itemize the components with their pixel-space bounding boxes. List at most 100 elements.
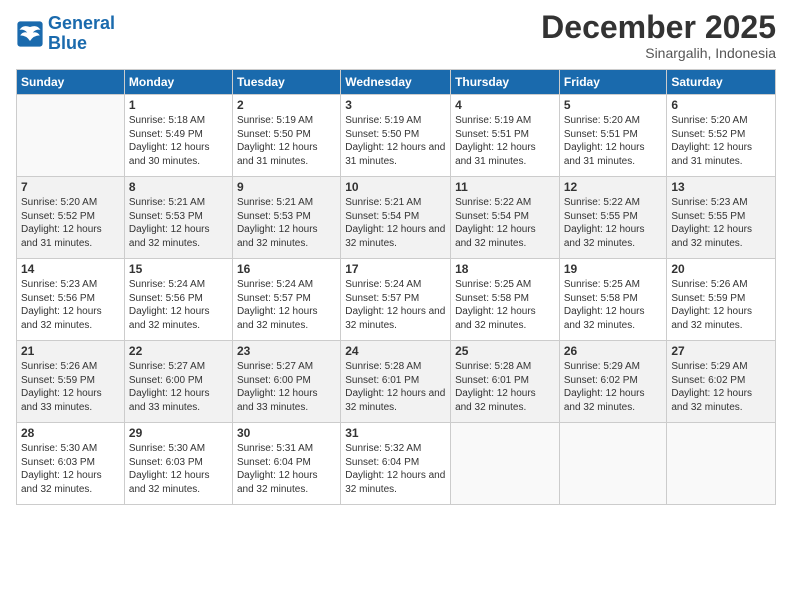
table-row: 3 Sunrise: 5:19 AM Sunset: 5:50 PM Dayli…	[341, 95, 451, 177]
table-row: 14 Sunrise: 5:23 AM Sunset: 5:56 PM Dayl…	[17, 259, 125, 341]
day-number: 16	[237, 262, 336, 276]
day-info: Sunrise: 5:24 AM Sunset: 5:57 PM Dayligh…	[345, 278, 446, 332]
day-info: Sunrise: 5:22 AM Sunset: 5:55 PM Dayligh…	[564, 196, 663, 250]
location: Sinargalih, Indonesia	[541, 45, 776, 61]
table-row: 13 Sunrise: 5:23 AM Sunset: 5:55 PM Dayl…	[667, 177, 776, 259]
col-saturday: Saturday	[667, 70, 776, 95]
day-number: 27	[671, 344, 771, 358]
day-info: Sunrise: 5:21 AM Sunset: 5:53 PM Dayligh…	[129, 196, 228, 250]
title-block: December 2025 Sinargalih, Indonesia	[541, 10, 776, 61]
table-row: 26 Sunrise: 5:29 AM Sunset: 6:02 PM Dayl…	[559, 341, 667, 423]
day-info: Sunrise: 5:31 AM Sunset: 6:04 PM Dayligh…	[237, 442, 336, 496]
col-friday: Friday	[559, 70, 667, 95]
day-info: Sunrise: 5:28 AM Sunset: 6:01 PM Dayligh…	[455, 360, 555, 414]
table-row: 20 Sunrise: 5:26 AM Sunset: 5:59 PM Dayl…	[667, 259, 776, 341]
table-row: 28 Sunrise: 5:30 AM Sunset: 6:03 PM Dayl…	[17, 423, 125, 505]
day-number: 30	[237, 426, 336, 440]
table-row: 12 Sunrise: 5:22 AM Sunset: 5:55 PM Dayl…	[559, 177, 667, 259]
day-number: 21	[21, 344, 120, 358]
day-number: 5	[564, 98, 663, 112]
logo-icon	[16, 20, 44, 48]
header: General Blue December 2025 Sinargalih, I…	[16, 10, 776, 61]
day-number: 10	[345, 180, 446, 194]
table-row: 11 Sunrise: 5:22 AM Sunset: 5:54 PM Dayl…	[451, 177, 560, 259]
table-row: 23 Sunrise: 5:27 AM Sunset: 6:00 PM Dayl…	[232, 341, 340, 423]
day-number: 2	[237, 98, 336, 112]
table-row: 1 Sunrise: 5:18 AM Sunset: 5:49 PM Dayli…	[124, 95, 232, 177]
day-info: Sunrise: 5:21 AM Sunset: 5:54 PM Dayligh…	[345, 196, 446, 250]
day-number: 14	[21, 262, 120, 276]
col-tuesday: Tuesday	[232, 70, 340, 95]
day-number: 31	[345, 426, 446, 440]
table-row: 24 Sunrise: 5:28 AM Sunset: 6:01 PM Dayl…	[341, 341, 451, 423]
day-info: Sunrise: 5:19 AM Sunset: 5:50 PM Dayligh…	[237, 114, 336, 168]
day-number: 28	[21, 426, 120, 440]
day-info: Sunrise: 5:19 AM Sunset: 5:51 PM Dayligh…	[455, 114, 555, 168]
day-number: 29	[129, 426, 228, 440]
day-number: 15	[129, 262, 228, 276]
day-info: Sunrise: 5:26 AM Sunset: 5:59 PM Dayligh…	[21, 360, 120, 414]
col-wednesday: Wednesday	[341, 70, 451, 95]
day-number: 11	[455, 180, 555, 194]
table-row: 15 Sunrise: 5:24 AM Sunset: 5:56 PM Dayl…	[124, 259, 232, 341]
day-number: 17	[345, 262, 446, 276]
calendar-header-row: Sunday Monday Tuesday Wednesday Thursday…	[17, 70, 776, 95]
page: General Blue December 2025 Sinargalih, I…	[0, 0, 792, 612]
day-info: Sunrise: 5:24 AM Sunset: 5:57 PM Dayligh…	[237, 278, 336, 332]
day-number: 26	[564, 344, 663, 358]
table-row: 25 Sunrise: 5:28 AM Sunset: 6:01 PM Dayl…	[451, 341, 560, 423]
day-info: Sunrise: 5:20 AM Sunset: 5:52 PM Dayligh…	[21, 196, 120, 250]
table-row: 21 Sunrise: 5:26 AM Sunset: 5:59 PM Dayl…	[17, 341, 125, 423]
table-row: 31 Sunrise: 5:32 AM Sunset: 6:04 PM Dayl…	[341, 423, 451, 505]
day-info: Sunrise: 5:25 AM Sunset: 5:58 PM Dayligh…	[455, 278, 555, 332]
table-row: 4 Sunrise: 5:19 AM Sunset: 5:51 PM Dayli…	[451, 95, 560, 177]
day-number: 19	[564, 262, 663, 276]
table-row	[559, 423, 667, 505]
calendar-row: 14 Sunrise: 5:23 AM Sunset: 5:56 PM Dayl…	[17, 259, 776, 341]
table-row: 19 Sunrise: 5:25 AM Sunset: 5:58 PM Dayl…	[559, 259, 667, 341]
table-row: 8 Sunrise: 5:21 AM Sunset: 5:53 PM Dayli…	[124, 177, 232, 259]
day-number: 4	[455, 98, 555, 112]
col-sunday: Sunday	[17, 70, 125, 95]
day-number: 18	[455, 262, 555, 276]
table-row: 18 Sunrise: 5:25 AM Sunset: 5:58 PM Dayl…	[451, 259, 560, 341]
day-info: Sunrise: 5:20 AM Sunset: 5:52 PM Dayligh…	[671, 114, 771, 168]
day-info: Sunrise: 5:30 AM Sunset: 6:03 PM Dayligh…	[129, 442, 228, 496]
day-number: 9	[237, 180, 336, 194]
day-number: 25	[455, 344, 555, 358]
day-number: 7	[21, 180, 120, 194]
day-number: 12	[564, 180, 663, 194]
table-row: 16 Sunrise: 5:24 AM Sunset: 5:57 PM Dayl…	[232, 259, 340, 341]
day-info: Sunrise: 5:29 AM Sunset: 6:02 PM Dayligh…	[671, 360, 771, 414]
table-row: 5 Sunrise: 5:20 AM Sunset: 5:51 PM Dayli…	[559, 95, 667, 177]
table-row: 30 Sunrise: 5:31 AM Sunset: 6:04 PM Dayl…	[232, 423, 340, 505]
col-monday: Monday	[124, 70, 232, 95]
day-number: 1	[129, 98, 228, 112]
logo-line2: Blue	[48, 33, 87, 53]
day-number: 22	[129, 344, 228, 358]
month-title: December 2025	[541, 10, 776, 45]
calendar: Sunday Monday Tuesday Wednesday Thursday…	[16, 69, 776, 505]
day-info: Sunrise: 5:26 AM Sunset: 5:59 PM Dayligh…	[671, 278, 771, 332]
calendar-row: 28 Sunrise: 5:30 AM Sunset: 6:03 PM Dayl…	[17, 423, 776, 505]
table-row: 6 Sunrise: 5:20 AM Sunset: 5:52 PM Dayli…	[667, 95, 776, 177]
day-info: Sunrise: 5:21 AM Sunset: 5:53 PM Dayligh…	[237, 196, 336, 250]
day-info: Sunrise: 5:18 AM Sunset: 5:49 PM Dayligh…	[129, 114, 228, 168]
day-number: 13	[671, 180, 771, 194]
day-info: Sunrise: 5:32 AM Sunset: 6:04 PM Dayligh…	[345, 442, 446, 496]
logo: General Blue	[16, 14, 115, 54]
table-row: 22 Sunrise: 5:27 AM Sunset: 6:00 PM Dayl…	[124, 341, 232, 423]
day-info: Sunrise: 5:23 AM Sunset: 5:56 PM Dayligh…	[21, 278, 120, 332]
day-number: 3	[345, 98, 446, 112]
col-thursday: Thursday	[451, 70, 560, 95]
table-row: 10 Sunrise: 5:21 AM Sunset: 5:54 PM Dayl…	[341, 177, 451, 259]
logo-line1: General	[48, 13, 115, 33]
calendar-row: 7 Sunrise: 5:20 AM Sunset: 5:52 PM Dayli…	[17, 177, 776, 259]
table-row: 7 Sunrise: 5:20 AM Sunset: 5:52 PM Dayli…	[17, 177, 125, 259]
day-number: 6	[671, 98, 771, 112]
calendar-row: 1 Sunrise: 5:18 AM Sunset: 5:49 PM Dayli…	[17, 95, 776, 177]
day-number: 23	[237, 344, 336, 358]
day-info: Sunrise: 5:28 AM Sunset: 6:01 PM Dayligh…	[345, 360, 446, 414]
day-info: Sunrise: 5:24 AM Sunset: 5:56 PM Dayligh…	[129, 278, 228, 332]
table-row	[451, 423, 560, 505]
